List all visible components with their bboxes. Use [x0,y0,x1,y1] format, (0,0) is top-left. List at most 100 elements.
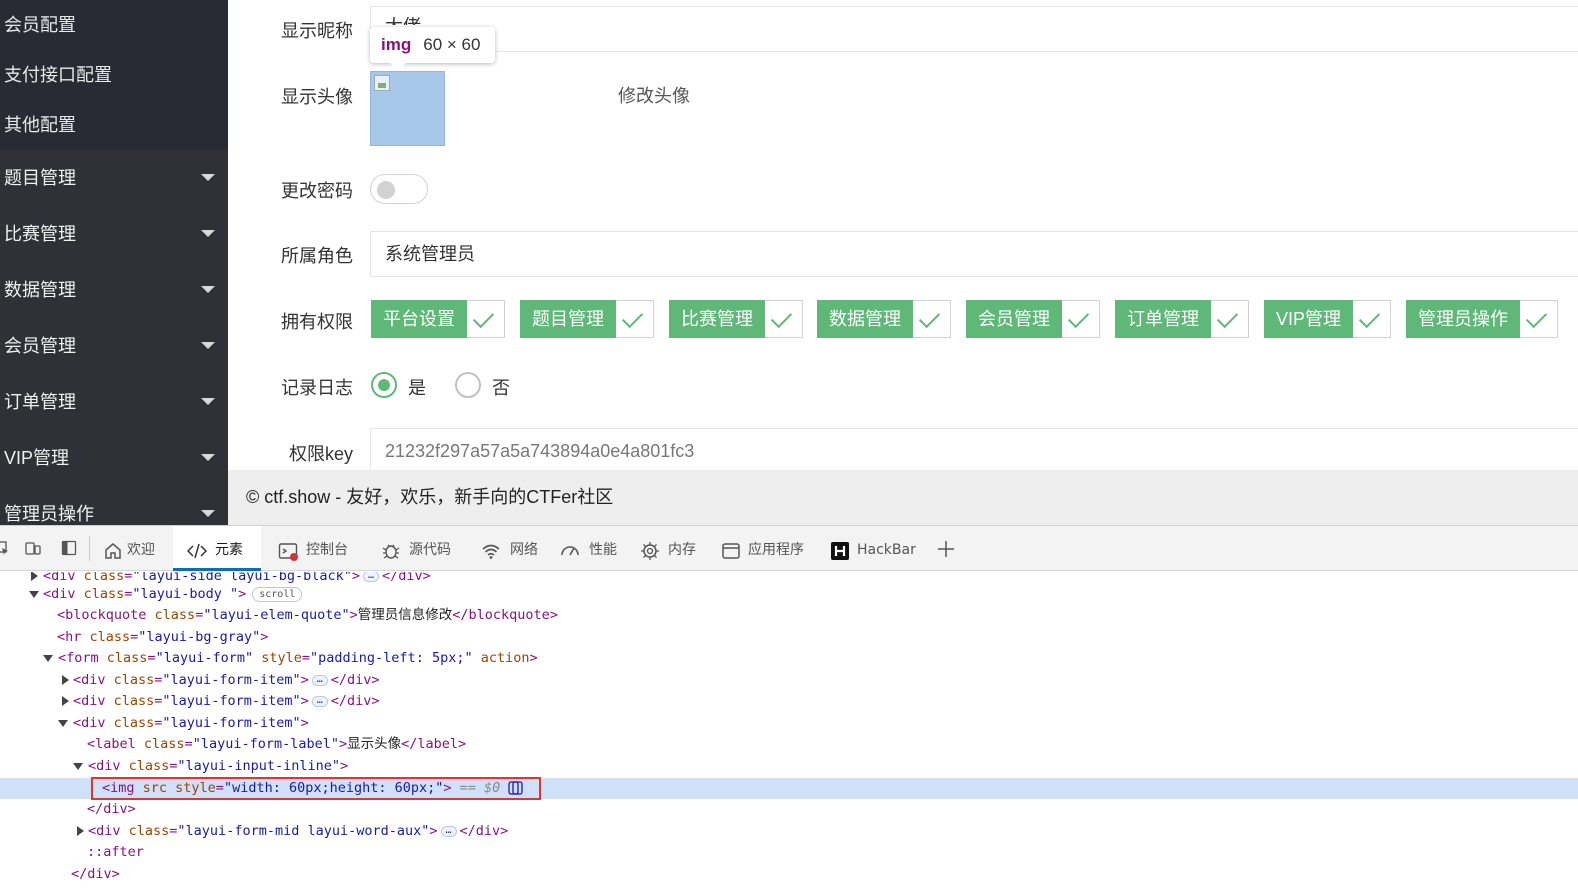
gauge-icon [561,546,579,556]
tab-elements[interactable]: 元素 [173,526,261,571]
dom-tree: <div class="layui-side layui-bg-black">…… [0,572,1578,889]
check-icon [1353,300,1392,338]
element-inspect-tooltip: img 60 × 60 [370,27,495,71]
dom-node-line[interactable]: <div class="layui-form-item"> [0,713,1578,734]
nickname-input[interactable]: 大佬 [370,6,1578,52]
tab-label: 源代码 [409,542,451,558]
permission-label: 订单管理 [1115,300,1211,338]
collapse-arrow-icon[interactable] [29,591,39,598]
dom-node-line[interactable]: <div class="layui-form-item">… </div> [0,670,1578,691]
tab-label: 元素 [215,542,243,558]
sidebar-menu-competitions[interactable]: 比赛管理 [0,206,228,262]
sidebar-menu-label: 订单管理 [4,392,76,412]
toggle-sidebar-icon[interactable] [61,540,77,556]
inspect-element-icon[interactable] [0,540,10,556]
switch-knob [377,181,395,199]
check-icon [616,300,654,338]
tabbar-divider [89,536,90,561]
tab-welcome[interactable]: 欢迎 [103,526,169,571]
log-yes-label[interactable]: 是 [408,374,426,400]
log-yes-radio[interactable] [371,372,397,398]
sidebar-menu-label: 会员管理 [4,336,76,356]
add-tab-plus-icon[interactable] [937,540,955,558]
avatar-image[interactable] [370,71,445,146]
caret-down-icon [201,286,215,293]
dom-node-line[interactable]: <blockquote class="layui-elem-quote">管理员… [0,605,1578,626]
tab-console[interactable]: 控制台 [278,526,358,571]
dom-node-line[interactable]: </div> [0,864,1578,885]
permission-checkbox[interactable]: 比赛管理 [669,300,803,338]
collapse-arrow-icon[interactable] [73,763,83,770]
code-icon [187,543,207,559]
key-input[interactable]: 21232f297a57a5a743894a0e4a801fc3 [370,428,1578,474]
permission-checkbox[interactable]: 订单管理 [1115,300,1249,338]
sidebar-item-payment-config[interactable]: 支付接口配置 [0,50,228,100]
tab-hackbar[interactable]: HackBar [830,526,920,571]
permission-checkbox[interactable]: 数据管理 [817,300,951,338]
role-label: 所属角色 [281,246,353,266]
application-window-icon [722,543,740,559]
permission-label: 比赛管理 [669,300,765,338]
expand-arrow-icon[interactable] [62,696,69,706]
tab-application[interactable]: 应用程序 [721,526,813,571]
sidebar-menu-orders[interactable]: 订单管理 [0,374,228,430]
dom-node-line[interactable]: <div class="layui-form-item">… </div> [0,691,1578,712]
expand-arrow-icon[interactable] [31,572,38,581]
role-input[interactable]: 系统管理员 [370,231,1578,277]
tab-label: 应用程序 [748,542,804,558]
expand-arrow-icon[interactable] [62,675,69,685]
tab-performance[interactable]: 性能 [560,526,622,571]
change-avatar-text: 修改头像 [618,86,690,106]
tab-label: 网络 [510,542,538,558]
caret-down-icon [201,454,215,461]
device-emulation-icon[interactable] [25,540,41,556]
check-icon [913,300,951,338]
permission-label: 会员管理 [966,300,1062,338]
sidebar-menu-vip[interactable]: VIP管理 [0,430,228,486]
caret-down-icon [201,342,215,349]
change-password-switch[interactable] [370,174,428,204]
dom-node-line[interactable]: <hr class="layui-bg-gray"> [0,627,1578,648]
tab-label: 控制台 [306,542,348,558]
dom-node-line[interactable]: <div class="layui-input-inline"> [0,756,1578,777]
tab-label: 性能 [589,542,617,558]
collapsed-ellipsis-icon[interactable]: … [311,695,328,707]
sidebar-menu-admin-ops[interactable]: 管理员操作 [0,486,228,525]
sidebar-item-member-config[interactable]: 会员配置 [0,0,228,50]
permission-checkbox[interactable]: VIP管理 [1264,300,1392,338]
dom-node-line[interactable]: <div class="layui-body "> scroll [0,584,1578,605]
tab-memory[interactable]: 内存 [640,526,702,571]
scroll-badge[interactable]: scroll [252,586,303,602]
bug-icon [382,544,400,559]
dom-node-line[interactable]: <div class="layui-form-mid layui-word-au… [0,821,1578,842]
sidebar-menu-members[interactable]: 会员管理 [0,318,228,374]
permission-checkbox[interactable]: 管理员操作 [1406,300,1558,338]
dom-node-line[interactable]: <form class="layui-form" style="padding-… [0,648,1578,669]
expand-arrow-icon[interactable] [77,826,84,836]
dom-node-line[interactable]: </div> [0,799,1578,820]
log-no-label[interactable]: 否 [492,374,510,400]
devtools-tabbar: 欢迎 元素 控制台 源代码 网络 性能 内存 应用程序 HackBar [0,526,1578,571]
collapsed-ellipsis-icon[interactable]: … [363,572,380,582]
collapse-arrow-icon[interactable] [58,720,68,727]
collapse-arrow-icon[interactable] [43,655,53,662]
permission-checkbox[interactable]: 平台设置 [371,300,505,338]
sidebar-item-other-config[interactable]: 其他配置 [0,100,228,150]
check-icon [1211,300,1249,338]
dom-node-line[interactable]: <label class="layui-form-label">显示头像</la… [0,734,1578,755]
sidebar-menu-questions[interactable]: 题目管理 [0,150,228,206]
sidebar-menu-label: VIP管理 [4,448,70,468]
tab-sources[interactable]: 源代码 [381,526,461,571]
check-icon [1520,300,1558,338]
permissions-label: 拥有权限 [281,312,353,332]
collapsed-ellipsis-icon[interactable]: … [440,825,457,837]
log-no-radio[interactable] [455,372,481,398]
sidebar-menu-data[interactable]: 数据管理 [0,262,228,318]
permission-checkbox[interactable]: 题目管理 [520,300,654,338]
permission-label: 管理员操作 [1406,300,1520,338]
dom-node-line[interactable]: ::after [0,842,1578,863]
tab-network[interactable]: 网络 [481,526,543,571]
permission-checkbox[interactable]: 会员管理 [966,300,1100,338]
collapsed-ellipsis-icon[interactable]: … [311,674,328,686]
check-icon [1062,300,1100,338]
